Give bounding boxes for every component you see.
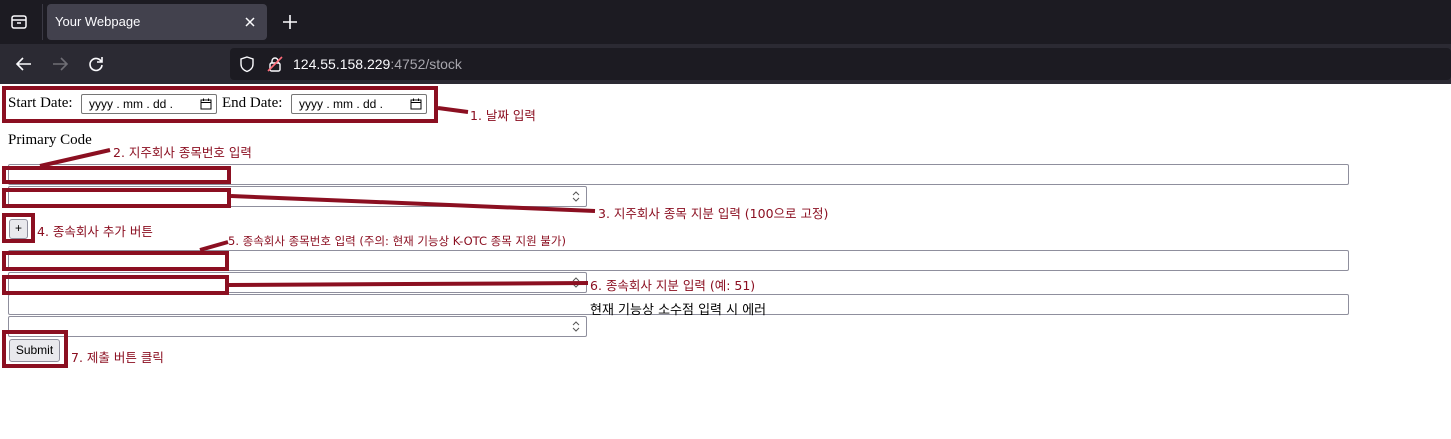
annotation-7: 7. 제출 버튼 클릭 [71, 350, 164, 365]
decimal-error-note: 현재 기능상 소수점 입력 시 에러 [590, 303, 767, 318]
annotation-2: 2. 지주회사 종목번호 입력 [113, 145, 252, 160]
annotation-1: 1. 날짜 입력 [470, 108, 536, 123]
annotation-6: 6. 종속회사 지분 입력 (예: 51) [590, 278, 756, 293]
annotation-3: 3. 지주회사 종목 지분 입력 (100으로 고정) [598, 206, 829, 221]
annotation-5: 5. 종속회사 종목번호 입력 (주의: 현재 기능상 K-OTC 종목 지원 … [228, 234, 566, 248]
annotation-4: 4. 종속회사 추가 버튼 [37, 224, 153, 239]
